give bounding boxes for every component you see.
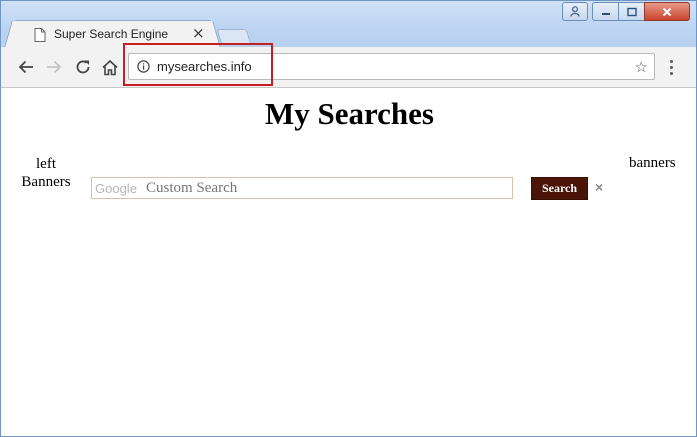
user-icon[interactable]: [562, 2, 588, 21]
kebab-menu-icon[interactable]: [663, 57, 679, 77]
search-brand-label: Google: [95, 181, 137, 196]
browser-toolbar: mysearches.info ☆: [1, 47, 696, 88]
left-banner-line2: Banners: [21, 174, 71, 190]
star-icon[interactable]: ☆: [635, 58, 648, 76]
minimize-button[interactable]: [592, 2, 618, 21]
clear-search-icon[interactable]: ×: [595, 179, 603, 195]
title-bar: Super Search Engine ×: [1, 1, 696, 48]
page-title: My Searches: [264, 96, 435, 131]
url-text[interactable]: mysearches.info: [157, 59, 252, 74]
forward-arrow-icon[interactable]: [43, 56, 65, 78]
tab-title: Super Search Engine: [54, 27, 169, 41]
tab-super-search-engine[interactable]: Super Search Engine ×: [11, 20, 214, 48]
address-bar[interactable]: mysearches.info ☆: [128, 53, 655, 80]
right-banner: banners: [629, 155, 676, 171]
browser-window: Super Search Engine × mysearches.info ☆ …: [0, 0, 697, 437]
left-banner-line1: left: [36, 156, 56, 172]
back-arrow-icon[interactable]: [15, 56, 37, 78]
maximize-button[interactable]: [618, 2, 644, 21]
info-icon[interactable]: [137, 60, 150, 73]
web-page: My Searches left Banners banners Google …: [1, 88, 696, 436]
home-icon[interactable]: [99, 56, 121, 78]
left-banner: left Banners: [16, 155, 76, 191]
page-icon: [34, 28, 46, 42]
search-input[interactable]: Google Custom Search: [91, 177, 513, 199]
search-placeholder: Custom Search: [146, 180, 238, 196]
search-button[interactable]: Search: [531, 177, 588, 200]
close-icon[interactable]: ×: [192, 24, 205, 42]
window-controls: [562, 2, 690, 22]
window-close-button[interactable]: [644, 2, 690, 21]
new-tab-button[interactable]: [216, 29, 252, 45]
reload-icon[interactable]: [72, 56, 94, 78]
